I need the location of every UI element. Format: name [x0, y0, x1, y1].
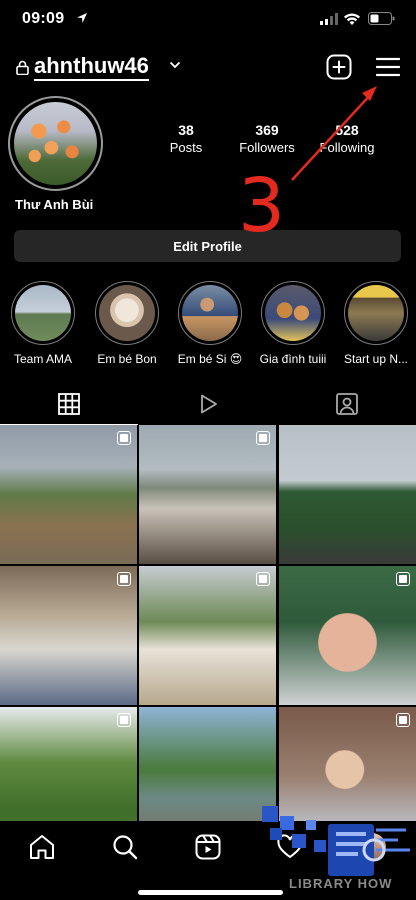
posts-count: 38 — [178, 122, 194, 138]
highlight-cover — [261, 281, 325, 345]
grid-post[interactable] — [279, 566, 416, 705]
lock-icon — [16, 60, 29, 75]
multi-photo-icon — [396, 572, 410, 586]
posts-stat[interactable]: 38 Posts — [141, 122, 231, 155]
multi-photo-icon — [117, 572, 131, 586]
cellular-signal-icon — [320, 13, 338, 25]
reels-icon — [201, 394, 217, 414]
tab-tagged[interactable] — [278, 382, 416, 426]
grid-post[interactable] — [139, 566, 276, 705]
highlight-label: Em bé Si 😍 — [177, 352, 243, 366]
create-post-button[interactable] — [326, 54, 352, 80]
posts-label: Posts — [169, 140, 203, 155]
multi-photo-icon — [117, 431, 131, 445]
highlight-label: Start up N... — [343, 352, 409, 366]
reels-nav-icon[interactable] — [194, 833, 222, 861]
tab-posts-grid[interactable] — [0, 382, 138, 426]
tab-reels[interactable] — [139, 382, 277, 426]
location-arrow-icon — [77, 13, 87, 23]
multi-photo-icon — [117, 713, 131, 727]
avatar-image — [14, 102, 97, 185]
status-time: 09:09 — [22, 10, 65, 27]
highlight-item[interactable]: Start up N... — [336, 281, 416, 366]
tagged-icon — [336, 393, 358, 415]
highlight-item[interactable]: Gia đình tuiii — [253, 281, 333, 366]
highlight-label: Gia đình tuiii — [259, 352, 327, 366]
annotation-step-number: 3 — [238, 163, 286, 249]
edit-profile-button[interactable]: Edit Profile — [14, 230, 401, 262]
profile-avatar[interactable] — [8, 96, 103, 191]
grid-post[interactable] — [0, 566, 137, 705]
content-tabs — [0, 382, 416, 426]
username-switcher[interactable]: ahnthuw46 — [34, 53, 149, 81]
multi-photo-icon — [396, 713, 410, 727]
hamburger-menu-button[interactable] — [376, 56, 400, 78]
wifi-icon — [344, 13, 360, 25]
profile-header: ahnthuw46 — [0, 52, 416, 86]
home-indicator — [138, 890, 283, 895]
chevron-down-icon[interactable] — [169, 60, 181, 70]
home-icon[interactable] — [28, 833, 56, 861]
grid-post[interactable] — [139, 425, 276, 564]
battery-icon — [368, 12, 395, 25]
highlight-cover — [344, 281, 408, 345]
grid-post[interactable] — [0, 425, 137, 564]
watermark-text: LIBRARY HOW — [289, 876, 393, 891]
highlight-cover — [11, 281, 75, 345]
multi-photo-icon — [256, 572, 270, 586]
highlight-item[interactable]: Team AMA — [3, 281, 83, 366]
highlight-cover — [178, 281, 242, 345]
following-stat[interactable]: 528 Following — [302, 122, 392, 155]
multi-photo-icon — [256, 431, 270, 445]
status-bar: 09:09 — [0, 0, 416, 44]
display-name: Thư Anh Bùi — [15, 197, 94, 212]
highlight-cover — [95, 281, 159, 345]
followers-stat[interactable]: 369 Followers — [222, 122, 312, 155]
highlight-item[interactable]: Em bé Bon — [87, 281, 167, 366]
followers-label: Followers — [239, 140, 295, 155]
highlight-label: Em bé Bon — [97, 352, 157, 366]
highlight-item[interactable]: Em bé Si 😍 — [170, 281, 250, 366]
grid-post[interactable] — [279, 425, 416, 564]
grid-icon — [58, 393, 80, 415]
following-label: Following — [319, 140, 375, 155]
followers-count: 369 — [255, 122, 279, 138]
search-icon[interactable] — [111, 833, 139, 861]
following-count: 528 — [335, 122, 359, 138]
highlight-label: Team AMA — [13, 352, 73, 366]
